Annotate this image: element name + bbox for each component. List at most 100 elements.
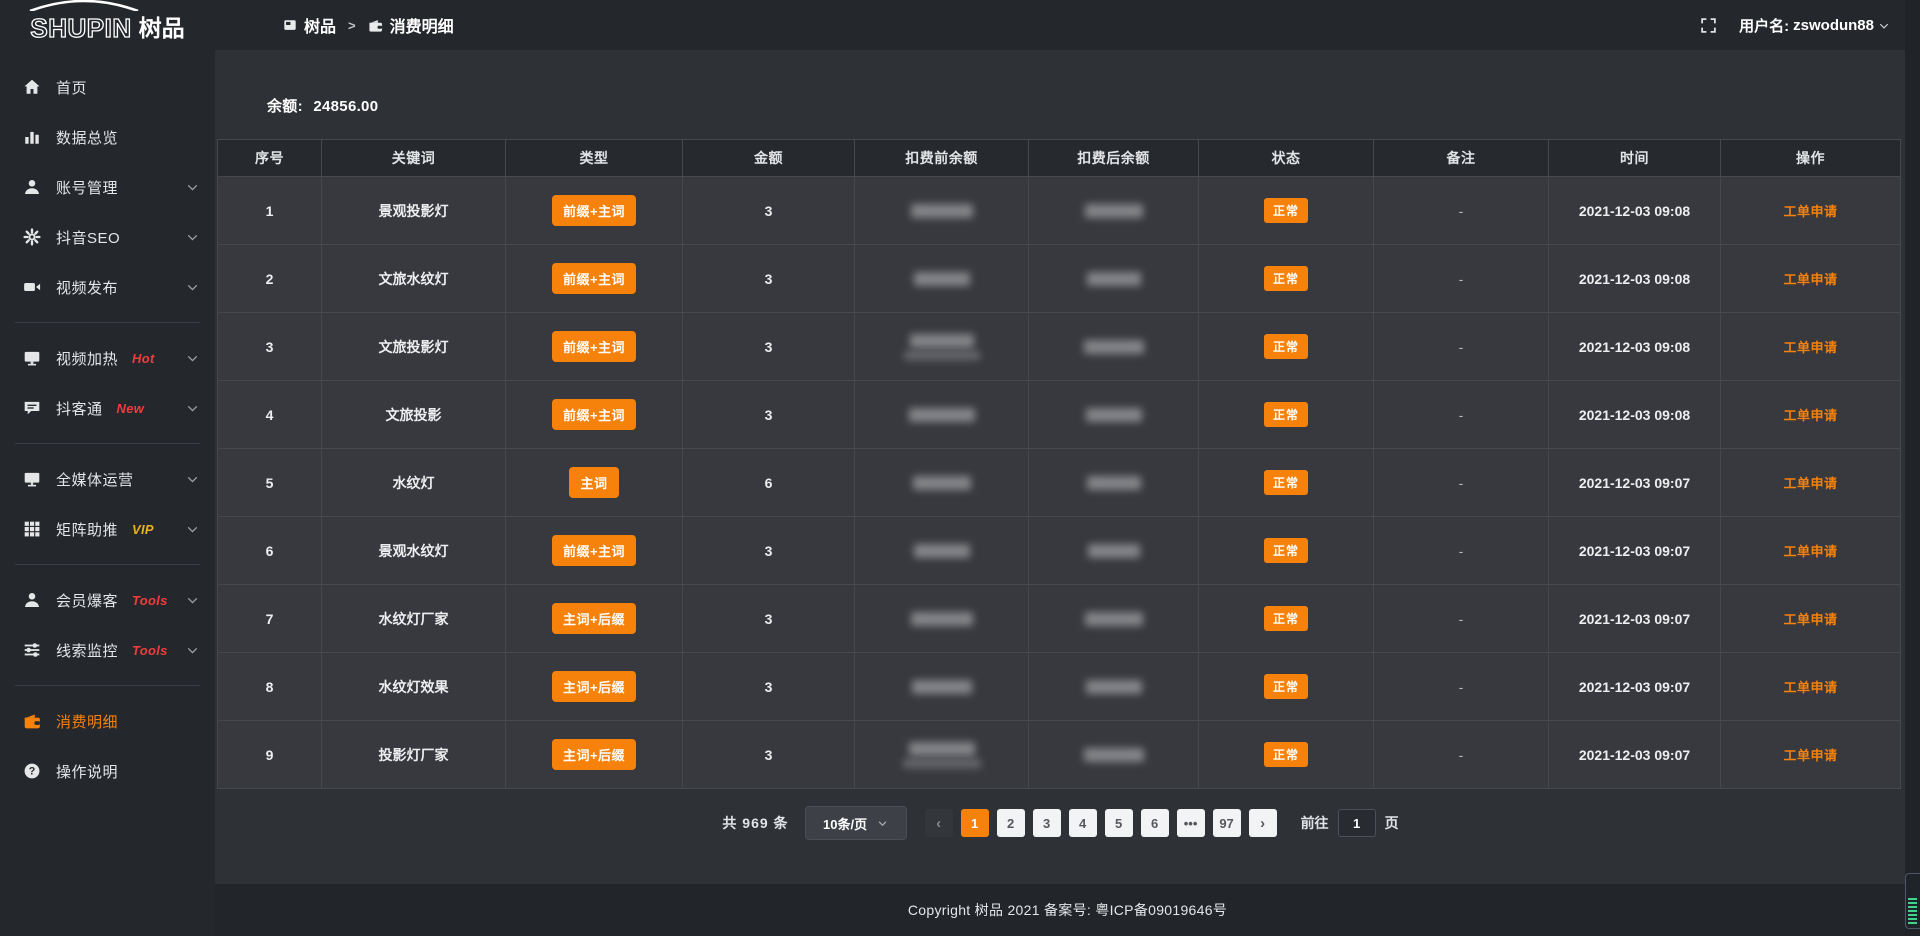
cell-time: 2021-12-03 09:07 bbox=[1549, 517, 1721, 585]
sidebar-item-clue-monitor[interactable]: 线索监控Tools bbox=[0, 625, 215, 675]
cell-note: - bbox=[1374, 721, 1549, 789]
logo-text-cn: 树品 bbox=[139, 17, 185, 40]
page-size-value: 10条/页 bbox=[823, 814, 867, 833]
topbar-right: 用户名: zswodun88 bbox=[1700, 15, 1920, 36]
breadcrumb-item-consume-detail[interactable]: 消费明细 bbox=[368, 13, 454, 37]
cell-type: 前缀+主词 bbox=[506, 313, 683, 381]
balance-value: 24856.00 bbox=[313, 98, 378, 115]
sidebar-item-account-manage[interactable]: 账号管理 bbox=[0, 162, 215, 212]
sidebar-item-douyin-seo[interactable]: 抖音SEO bbox=[0, 212, 215, 262]
cell-keyword: 文旅投影 bbox=[322, 381, 506, 449]
table-row: 2文旅水纹灯前缀+主词3正常-2021-12-03 09:08工单申请 bbox=[218, 245, 1901, 313]
username-value: zswodun88 bbox=[1793, 17, 1874, 34]
page-buttons: 123456 ••• 97 bbox=[961, 809, 1241, 837]
ticket-apply-link[interactable]: 工单申请 bbox=[1783, 612, 1837, 627]
sidebar-item-data-overview[interactable]: 数据总览 bbox=[0, 112, 215, 162]
next-page-button[interactable]: › bbox=[1249, 809, 1277, 837]
app-logo: SHUPIN 树品 bbox=[0, 0, 215, 50]
sidebar-item-label: 视频发布 bbox=[56, 277, 118, 298]
sidebar-item-douketong[interactable]: 抖客通 New bbox=[0, 383, 215, 433]
sidebar-item-label: 矩阵助推 bbox=[56, 519, 118, 540]
ticket-apply-link[interactable]: 工单申请 bbox=[1783, 408, 1837, 423]
type-badge: 主词+后缀 bbox=[552, 603, 636, 634]
cell-action: 工单申请 bbox=[1721, 313, 1901, 381]
table-row: 1景观投影灯前缀+主词3正常-2021-12-03 09:08工单申请 bbox=[218, 177, 1901, 245]
page-button-1[interactable]: 1 bbox=[961, 809, 989, 837]
goto-suffix: 页 bbox=[1385, 813, 1399, 833]
cell-action: 工单申请 bbox=[1721, 381, 1901, 449]
prev-page-button[interactable]: ‹ bbox=[925, 809, 953, 837]
goto-page-input[interactable] bbox=[1338, 809, 1376, 837]
ticket-apply-link[interactable]: 工单申请 bbox=[1783, 272, 1837, 287]
ticket-apply-link[interactable]: 工单申请 bbox=[1783, 204, 1837, 219]
cell-time: 2021-12-03 09:08 bbox=[1549, 313, 1721, 381]
cell-balance-before bbox=[855, 585, 1029, 653]
cell-note: - bbox=[1374, 177, 1549, 245]
sidebar-item-matrix-boost[interactable]: 矩阵助推VIP bbox=[0, 504, 215, 554]
cell-note: - bbox=[1374, 313, 1549, 381]
page-button-4[interactable]: 4 bbox=[1069, 809, 1097, 837]
monitor-icon bbox=[23, 470, 41, 488]
cell-type: 前缀+主词 bbox=[506, 245, 683, 313]
cell-note: - bbox=[1374, 517, 1549, 585]
cell-status: 正常 bbox=[1199, 313, 1374, 381]
topbar: 树品 > 消费明细 用户名: zswodun88 bbox=[215, 0, 1920, 50]
page-button-3[interactable]: 3 bbox=[1033, 809, 1061, 837]
cell-index: 4 bbox=[218, 381, 322, 449]
gear-icon bbox=[23, 228, 41, 246]
page-size-select[interactable]: 10条/页 bbox=[805, 806, 907, 840]
sidebar-item-badge: Tools bbox=[132, 643, 168, 658]
chevron-down-icon bbox=[1878, 20, 1890, 32]
fullscreen-icon[interactable] bbox=[1700, 17, 1717, 34]
cell-balance-before bbox=[855, 653, 1029, 721]
column-header: 关键词 bbox=[322, 140, 506, 177]
cell-keyword: 景观投影灯 bbox=[322, 177, 506, 245]
consume-table: 序号关键词类型金额扣费前余额扣费后余额状态备注时间操作 1景观投影灯前缀+主词3… bbox=[217, 139, 1901, 789]
grid-icon bbox=[23, 520, 41, 538]
cell-keyword: 投影灯厂家 bbox=[322, 721, 506, 789]
more-pages-button[interactable]: ••• bbox=[1177, 809, 1205, 837]
chart-icon bbox=[23, 128, 41, 146]
pagination-goto: 前往 页 bbox=[1301, 809, 1399, 837]
wallet-icon bbox=[368, 18, 383, 33]
cell-status: 正常 bbox=[1199, 381, 1374, 449]
cell-index: 2 bbox=[218, 245, 322, 313]
page-button-5[interactable]: 5 bbox=[1105, 809, 1133, 837]
masked-value bbox=[904, 351, 980, 360]
cell-balance-before bbox=[855, 313, 1029, 381]
sidebar-item-media-ops[interactable]: 全媒体运营 bbox=[0, 454, 215, 504]
ticket-apply-link[interactable]: 工单申请 bbox=[1783, 476, 1837, 491]
ticket-apply-link[interactable]: 工单申请 bbox=[1783, 748, 1837, 763]
sidebar-item-video-publish[interactable]: 视频发布 bbox=[0, 262, 215, 312]
cell-balance-after bbox=[1029, 517, 1199, 585]
ticket-apply-link[interactable]: 工单申请 bbox=[1783, 340, 1837, 355]
page-button-6[interactable]: 6 bbox=[1141, 809, 1169, 837]
page-button-2[interactable]: 2 bbox=[997, 809, 1025, 837]
menu-divider bbox=[15, 322, 200, 323]
ticket-apply-link[interactable]: 工单申请 bbox=[1783, 680, 1837, 695]
sidebar-item-home[interactable]: 首页 bbox=[0, 62, 215, 112]
cell-status: 正常 bbox=[1199, 517, 1374, 585]
sidebar-item-consume-detail[interactable]: 消费明细 bbox=[0, 696, 215, 746]
sidebar-item-label: 抖音SEO bbox=[56, 227, 120, 248]
page-button-97[interactable]: 97 bbox=[1213, 809, 1241, 837]
sidebar-item-instructions[interactable]: ?操作说明 bbox=[0, 746, 215, 796]
scrollbar-track[interactable] bbox=[1905, 0, 1920, 936]
cell-time: 2021-12-03 09:07 bbox=[1549, 653, 1721, 721]
sidebar-item-video-heat[interactable]: 视频加热Hot bbox=[0, 333, 215, 383]
sidebar-item-label: 抖客通 bbox=[56, 398, 103, 419]
sidebar-item-badge: New bbox=[117, 401, 145, 416]
home-icon bbox=[23, 78, 41, 96]
sidebar-item-member-burst[interactable]: 会员爆客Tools bbox=[0, 575, 215, 625]
cell-amount: 3 bbox=[683, 313, 855, 381]
ticket-apply-link[interactable]: 工单申请 bbox=[1783, 544, 1837, 559]
user-dropdown[interactable]: 用户名: zswodun88 bbox=[1739, 15, 1890, 36]
question-icon: ? bbox=[23, 762, 41, 780]
main-content: 余额: 24856.00 序号关键词类型金额扣费前余额扣费后余额状态备注时间操作… bbox=[215, 50, 1920, 936]
cell-balance-after bbox=[1029, 585, 1199, 653]
masked-value bbox=[914, 272, 970, 286]
cell-keyword: 水纹灯 bbox=[322, 449, 506, 517]
breadcrumb-item-shupin[interactable]: 树品 bbox=[283, 13, 336, 37]
cell-type: 主词+后缀 bbox=[506, 721, 683, 789]
cell-index: 1 bbox=[218, 177, 322, 245]
